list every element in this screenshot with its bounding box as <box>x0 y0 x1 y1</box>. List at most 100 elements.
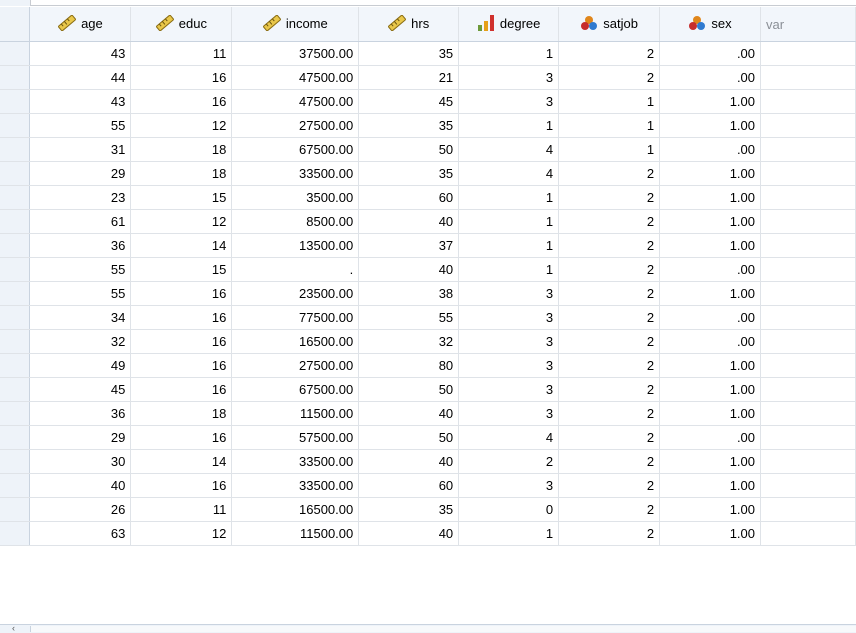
data-cell-hrs[interactable]: 50 <box>358 425 460 450</box>
data-cell-hrs[interactable]: 55 <box>358 305 460 330</box>
data-cell-satjob[interactable]: 2 <box>558 185 661 210</box>
empty-cell[interactable] <box>760 161 856 186</box>
data-cell-satjob[interactable]: 2 <box>558 377 661 402</box>
empty-cell[interactable] <box>760 425 856 450</box>
data-cell-age[interactable]: 63 <box>29 521 132 546</box>
empty-cell[interactable] <box>760 281 856 306</box>
data-cell-sex[interactable]: 1.00 <box>659 89 762 114</box>
row-header[interactable] <box>0 41 31 66</box>
data-cell-age[interactable]: 61 <box>29 209 132 234</box>
empty-cell[interactable] <box>760 305 856 330</box>
data-cell-degree[interactable]: 4 <box>458 425 560 450</box>
data-cell-hrs[interactable]: 35 <box>358 41 460 66</box>
data-cell-hrs[interactable]: 60 <box>358 185 460 210</box>
data-cell-satjob[interactable]: 2 <box>558 497 661 522</box>
data-cell-income[interactable]: 77500.00 <box>231 305 360 330</box>
data-cell-degree[interactable]: 0 <box>458 497 560 522</box>
data-cell-income[interactable]: 67500.00 <box>231 377 360 402</box>
data-cell-satjob[interactable]: 2 <box>558 281 661 306</box>
data-cell-sex[interactable]: 1.00 <box>659 377 762 402</box>
data-cell-educ[interactable]: 16 <box>130 425 233 450</box>
data-cell-sex[interactable]: 1.00 <box>659 281 762 306</box>
data-cell-sex[interactable]: 1.00 <box>659 233 762 258</box>
row-header[interactable] <box>0 329 31 354</box>
data-cell-educ[interactable]: 15 <box>130 257 233 282</box>
column-header-satjob[interactable]: satjob <box>558 7 661 42</box>
data-cell-satjob[interactable]: 2 <box>558 353 661 378</box>
data-cell-age[interactable]: 43 <box>29 89 132 114</box>
data-cell-educ[interactable]: 12 <box>130 113 233 138</box>
data-cell-educ[interactable]: 11 <box>130 497 233 522</box>
data-cell-hrs[interactable]: 35 <box>358 161 460 186</box>
empty-cell[interactable] <box>760 449 856 474</box>
data-cell-sex[interactable]: .00 <box>659 425 762 450</box>
data-cell-degree[interactable]: 3 <box>458 305 560 330</box>
data-cell-income[interactable]: 3500.00 <box>231 185 360 210</box>
empty-variable-column-header[interactable]: var <box>760 7 856 42</box>
empty-cell[interactable] <box>760 473 856 498</box>
data-cell-educ[interactable]: 18 <box>130 401 233 426</box>
data-cell-hrs[interactable]: 50 <box>358 377 460 402</box>
data-cell-degree[interactable]: 1 <box>458 233 560 258</box>
empty-cell[interactable] <box>760 233 856 258</box>
data-cell-age[interactable]: 45 <box>29 377 132 402</box>
row-header[interactable] <box>0 353 31 378</box>
row-header[interactable] <box>0 497 31 522</box>
data-cell-sex[interactable]: .00 <box>659 305 762 330</box>
data-cell-educ[interactable]: 16 <box>130 65 233 90</box>
data-cell-hrs[interactable]: 50 <box>358 137 460 162</box>
data-cell-degree[interactable]: 3 <box>458 377 560 402</box>
empty-cell[interactable] <box>760 65 856 90</box>
empty-cell[interactable] <box>760 257 856 282</box>
data-cell-hrs[interactable]: 38 <box>358 281 460 306</box>
data-cell-sex[interactable]: .00 <box>659 257 762 282</box>
row-header[interactable] <box>0 233 31 258</box>
data-cell-income[interactable]: 13500.00 <box>231 233 360 258</box>
row-header[interactable] <box>0 281 31 306</box>
data-cell-hrs[interactable]: 60 <box>358 473 460 498</box>
data-cell-degree[interactable]: 1 <box>458 521 560 546</box>
data-cell-satjob[interactable]: 1 <box>558 137 661 162</box>
data-cell-educ[interactable]: 18 <box>130 161 233 186</box>
data-cell-degree[interactable]: 4 <box>458 137 560 162</box>
data-cell-satjob[interactable]: 2 <box>558 65 661 90</box>
data-cell-sex[interactable]: 1.00 <box>659 497 762 522</box>
row-header[interactable] <box>0 425 31 450</box>
data-cell-sex[interactable]: 1.00 <box>659 209 762 234</box>
data-cell-sex[interactable]: .00 <box>659 65 762 90</box>
data-cell-income[interactable]: 37500.00 <box>231 41 360 66</box>
data-cell-satjob[interactable]: 2 <box>558 257 661 282</box>
empty-cell[interactable] <box>760 113 856 138</box>
data-cell-age[interactable]: 26 <box>29 497 132 522</box>
data-cell-income[interactable]: 27500.00 <box>231 353 360 378</box>
data-cell-degree[interactable]: 1 <box>458 209 560 234</box>
column-header-sex[interactable]: sex <box>659 7 762 42</box>
data-cell-age[interactable]: 30 <box>29 449 132 474</box>
data-cell-hrs[interactable]: 45 <box>358 89 460 114</box>
data-cell-income[interactable]: 27500.00 <box>231 113 360 138</box>
empty-cell[interactable] <box>760 329 856 354</box>
data-cell-age[interactable]: 34 <box>29 305 132 330</box>
data-cell-satjob[interactable]: 2 <box>558 473 661 498</box>
data-cell-income[interactable]: . <box>231 257 360 282</box>
data-cell-educ[interactable]: 16 <box>130 473 233 498</box>
empty-cell[interactable] <box>760 209 856 234</box>
data-cell-sex[interactable]: .00 <box>659 41 762 66</box>
column-header-degree[interactable]: degree <box>458 7 560 42</box>
row-header[interactable] <box>0 521 31 546</box>
row-header[interactable] <box>0 473 31 498</box>
data-cell-degree[interactable]: 4 <box>458 161 560 186</box>
column-header-age[interactable]: age <box>29 7 132 42</box>
data-cell-degree[interactable]: 3 <box>458 473 560 498</box>
column-header-income[interactable]: income <box>231 7 360 42</box>
data-cell-satjob[interactable]: 2 <box>558 161 661 186</box>
data-cell-income[interactable]: 11500.00 <box>231 521 360 546</box>
data-cell-income[interactable]: 16500.00 <box>231 497 360 522</box>
data-cell-income[interactable]: 47500.00 <box>231 65 360 90</box>
data-cell-educ[interactable]: 16 <box>130 89 233 114</box>
data-cell-satjob[interactable]: 2 <box>558 305 661 330</box>
row-header[interactable] <box>0 449 31 474</box>
data-cell-sex[interactable]: 1.00 <box>659 353 762 378</box>
data-cell-income[interactable]: 11500.00 <box>231 401 360 426</box>
data-cell-educ[interactable]: 12 <box>130 521 233 546</box>
